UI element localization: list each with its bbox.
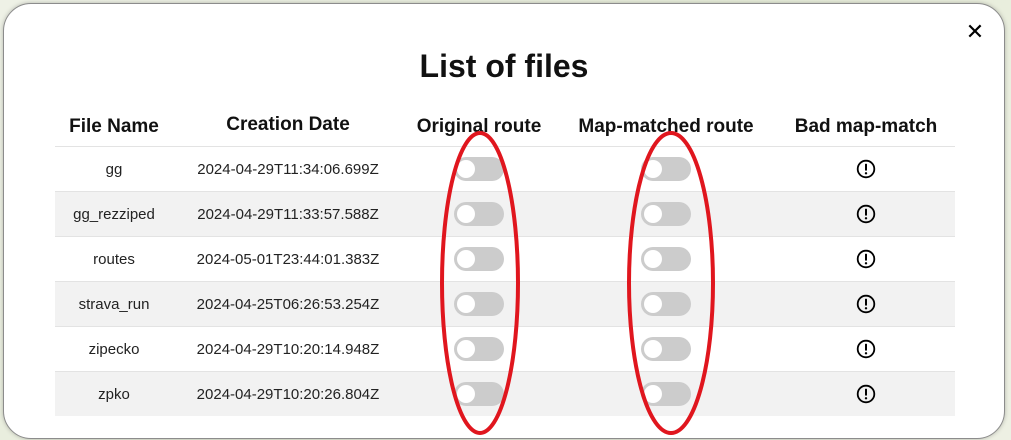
file-name-cell: routes (55, 236, 173, 282)
exclamation-circle-icon[interactable] (856, 294, 876, 314)
creation-date-cell: 2024-04-29T11:33:57.588Z (173, 191, 403, 237)
toggle-knob (457, 205, 475, 223)
map-matched-route-cell (555, 191, 777, 237)
creation-date-cell: 2024-04-29T11:34:06.699Z (173, 146, 403, 192)
map-matched-route-toggle[interactable] (641, 202, 691, 226)
original-route-cell (403, 236, 555, 282)
exclamation-circle-icon[interactable] (856, 204, 876, 224)
column-header-file-name: File Name (69, 116, 159, 137)
close-button[interactable]: ✕ (962, 19, 988, 45)
original-route-toggle[interactable] (454, 292, 504, 316)
file-name-cell: zipecko (55, 326, 173, 372)
file-name-cell: gg_rezziped (55, 191, 173, 237)
bad-map-match-cell (777, 146, 955, 192)
exclamation-circle-icon[interactable] (856, 249, 876, 269)
original-route-toggle[interactable] (454, 337, 504, 361)
table-row: routes 2024-05-01T23:44:01.383Z (55, 236, 955, 282)
map-matched-route-toggle[interactable] (641, 292, 691, 316)
bad-map-match-cell (777, 236, 955, 282)
toggle-knob (457, 250, 475, 268)
table-row: zipecko 2024-04-29T10:20:14.948Z (55, 326, 955, 372)
exclamation-circle-icon[interactable] (856, 384, 876, 404)
original-route-toggle[interactable] (454, 202, 504, 226)
map-matched-route-cell (555, 146, 777, 192)
column-header-bad-map-match: Bad map-match (794, 116, 938, 137)
original-route-cell (403, 191, 555, 237)
column-header-map-matched-route: Map-matched route (578, 116, 754, 137)
files-table: File Name Creation Date Original route M… (55, 108, 955, 416)
map-matched-route-cell (555, 326, 777, 372)
toggle-knob (644, 295, 662, 313)
original-route-cell (403, 326, 555, 372)
close-icon: ✕ (965, 19, 985, 44)
file-name-cell: zpko (55, 371, 173, 416)
table-header-row: File Name Creation Date Original route M… (55, 108, 955, 147)
toggle-knob (457, 340, 475, 358)
map-matched-route-cell (555, 236, 777, 282)
bad-map-match-cell (777, 326, 955, 372)
table-row: gg_rezziped 2024-04-29T11:33:57.588Z (55, 191, 955, 237)
column-header-original-route: Original route (416, 116, 542, 137)
toggle-knob (644, 385, 662, 403)
creation-date-cell: 2024-04-29T10:20:26.804Z (173, 371, 403, 416)
toggle-knob (644, 250, 662, 268)
table-row: gg 2024-04-29T11:34:06.699Z (55, 146, 955, 192)
toggle-knob (457, 160, 475, 178)
toggle-knob (644, 205, 662, 223)
map-matched-route-cell (555, 371, 777, 416)
bad-map-match-cell (777, 371, 955, 416)
map-matched-route-toggle[interactable] (641, 382, 691, 406)
original-route-cell (403, 281, 555, 327)
original-route-cell (403, 371, 555, 416)
files-modal: ✕ List of files File Name Creation Date … (3, 3, 1005, 439)
original-route-toggle[interactable] (454, 247, 504, 271)
creation-date-cell: 2024-05-01T23:44:01.383Z (173, 236, 403, 282)
file-name-cell: strava_run (55, 281, 173, 327)
original-route-toggle[interactable] (454, 382, 504, 406)
bad-map-match-cell (777, 281, 955, 327)
original-route-toggle[interactable] (454, 157, 504, 181)
creation-date-cell: 2024-04-29T10:20:14.948Z (173, 326, 403, 372)
map-matched-route-cell (555, 281, 777, 327)
toggle-knob (644, 160, 662, 178)
exclamation-circle-icon[interactable] (856, 339, 876, 359)
toggle-knob (644, 340, 662, 358)
map-matched-route-toggle[interactable] (641, 247, 691, 271)
table-body: gg 2024-04-29T11:34:06.699Z gg_rezziped 202… (55, 146, 955, 416)
table-row: zpko 2024-04-29T10:20:26.804Z (55, 371, 955, 416)
file-name-cell: gg (55, 146, 173, 192)
creation-date-cell: 2024-04-25T06:26:53.254Z (173, 281, 403, 327)
toggle-knob (457, 385, 475, 403)
column-header-creation-date: Creation Date (226, 114, 350, 135)
map-matched-route-toggle[interactable] (641, 337, 691, 361)
original-route-cell (403, 146, 555, 192)
toggle-knob (457, 295, 475, 313)
exclamation-circle-icon[interactable] (856, 159, 876, 179)
bad-map-match-cell (777, 191, 955, 237)
modal-title: List of files (419, 48, 589, 84)
table-row: strava_run 2024-04-25T06:26:53.254Z (55, 281, 955, 327)
map-matched-route-toggle[interactable] (641, 157, 691, 181)
